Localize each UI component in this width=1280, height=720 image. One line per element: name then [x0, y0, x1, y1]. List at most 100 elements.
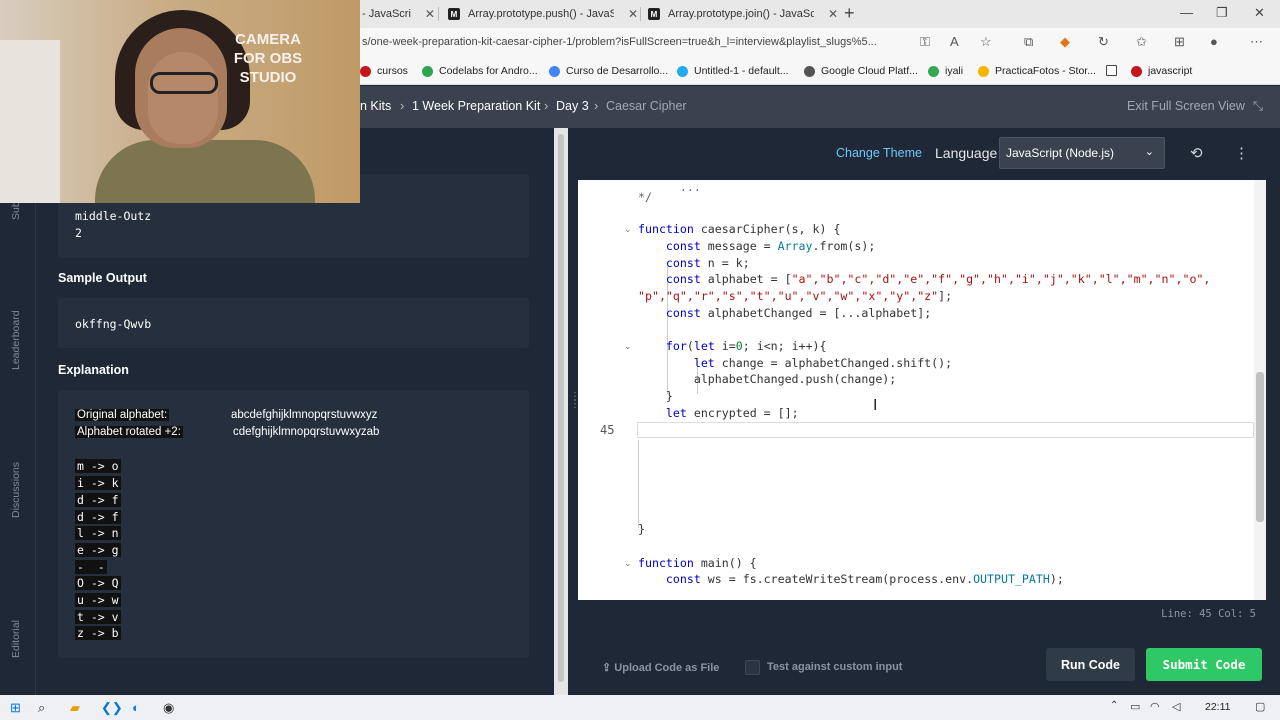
metamask-icon[interactable]: ◆ — [1060, 34, 1070, 50]
sample-input-line: middle-Outz — [75, 209, 152, 223]
notifications-icon[interactable]: ▢ — [1255, 700, 1265, 713]
bookmark-cursos[interactable]: cursos — [360, 65, 408, 77]
bookmark-curso[interactable]: Curso de Desarrollo... — [549, 65, 668, 77]
bookmark-javascript[interactable]: javascript — [1131, 65, 1192, 77]
problem-scrollbar[interactable] — [554, 128, 568, 695]
webcam-overlay: CAMERA FOR OBS STUDIO — [0, 0, 360, 203]
file-explorer-icon[interactable]: ▰ — [70, 700, 80, 716]
vscode-icon[interactable]: ❮❯ — [101, 700, 123, 716]
volume-icon[interactable]: ◁ — [1172, 700, 1180, 713]
rail-tab-editorial[interactable]: Editorial — [10, 620, 22, 658]
code-line: let encrypted = []; — [638, 406, 799, 420]
more-menu-icon[interactable]: ⋯ — [1250, 34, 1263, 50]
bookmark-doc[interactable] — [1106, 65, 1123, 76]
search-icon[interactable]: ⌕ — [38, 700, 45, 716]
profile-avatar-icon[interactable]: ● — [1210, 34, 1218, 49]
obs-studio-icon[interactable]: ◉ — [163, 700, 174, 716]
language-label: Language — [935, 145, 998, 161]
webcam-person — [148, 52, 218, 144]
exit-fullscreen-link[interactable]: Exit Full Screen View — [1127, 99, 1245, 113]
run-code-button[interactable]: Run Code — [1046, 648, 1135, 681]
code-line: const alphabetChanged = [...alphabet]; — [638, 306, 932, 320]
minimize-icon[interactable]: — — [1180, 5, 1193, 20]
original-alphabet-row: Original alphabet: abcdefghijklmnopqrstuv… — [75, 409, 378, 421]
tray-chevron-icon[interactable]: ⌃ — [1110, 700, 1118, 711]
bookmark-practicafotos[interactable]: PracticaFotos - Stor... — [978, 65, 1096, 77]
bookmark-codelabs[interactable]: Codelabs for Andro... — [422, 65, 538, 77]
extension-icon[interactable]: ⧉ — [1024, 34, 1033, 50]
mapping-row: O -> Q — [75, 576, 121, 590]
sample-output-value: okffng-Qwvb — [75, 317, 152, 331]
collections-icon[interactable]: ⊞ — [1174, 34, 1185, 50]
refresh-extension-icon[interactable]: ↻ — [1098, 34, 1109, 50]
editor-status-bar: Line: 45 Col: 5 — [578, 600, 1266, 630]
rail-tab-submissions[interactable]: Sub — [10, 201, 22, 220]
fold-chevron-icon[interactable]: ⌄ — [624, 224, 632, 235]
bookmark-iyali[interactable]: iyali — [928, 65, 963, 77]
fold-chevron-icon[interactable]: ⌄ — [624, 341, 632, 352]
chevron-down-icon: ⌄ — [1144, 146, 1154, 158]
favorite-star-icon[interactable]: ☆ — [980, 34, 992, 50]
read-aloud-icon[interactable]: A — [950, 34, 959, 49]
indent-guide — [638, 440, 639, 528]
kebab-menu-icon[interactable]: ⋮ — [1234, 144, 1249, 162]
new-tab-icon[interactable]: + — [844, 3, 855, 24]
key-icon[interactable]: ⚿ — [920, 34, 930, 50]
code-line: const alphabet = ["a","b","c","d","e","f… — [638, 272, 1211, 286]
breadcrumb-item-kits[interactable]: n Kits — [360, 99, 391, 113]
restore-icon[interactable]: ❐ — [1216, 5, 1228, 21]
scrollbar-thumb[interactable] — [558, 134, 564, 682]
problem-statement: middle-Outz 2 Sample Output okffng-Qwvb … — [36, 128, 553, 695]
close-tab-icon[interactable]: ✕ — [828, 7, 838, 21]
favorites-icon[interactable]: ✩ — [1136, 34, 1147, 50]
page-scrollbar[interactable] — [1266, 128, 1280, 695]
current-line-highlight — [637, 422, 1254, 438]
code-line: const ws = fs.createWriteStream(process.… — [638, 572, 1064, 586]
windows-start-icon[interactable]: ⊞ — [10, 700, 21, 716]
window-close-icon[interactable]: ✕ — [1254, 5, 1265, 21]
breadcrumb-item-week-kit[interactable]: 1 Week Preparation Kit — [412, 99, 540, 113]
current-line-number: 45 — [600, 423, 615, 437]
exit-fullscreen-icon[interactable]: ⤡ — [1253, 99, 1263, 114]
webcam-background — [0, 40, 60, 203]
breadcrumb-item-day[interactable]: Day 3 — [556, 99, 589, 113]
history-icon[interactable]: ⟲ — [1190, 144, 1203, 162]
taskbar-clock[interactable]: 22:11 — [1205, 701, 1231, 713]
close-tab-icon[interactable]: ✕ — [425, 7, 435, 21]
mapping-row: e -> g — [75, 543, 121, 557]
custom-input-label[interactable]: Test against custom input — [767, 661, 902, 673]
google-icon — [549, 65, 560, 77]
code-editor[interactable]: ... */ ⌄ function caesarCipher(s, k) { c… — [578, 180, 1254, 600]
upload-icon: ⇪ — [602, 662, 615, 674]
rotated-alphabet-row: Alphabet rotated +2: cdefghijklmnopqrstuv… — [75, 426, 380, 438]
fold-chevron-icon[interactable]: ⌄ — [624, 558, 632, 569]
url-field[interactable]: s/one-week-preparation-kit-caesar-cipher… — [362, 36, 877, 48]
mapping-row: d -> f — [75, 493, 121, 507]
rail-tab-discussions[interactable]: Discussions — [10, 462, 22, 518]
cursor-position: Line: 45 Col: 5 — [1161, 608, 1256, 620]
browser-tab-partial[interactable]: - JavaScri ✕ — [362, 3, 435, 25]
rail-tab-leaderboard[interactable]: Leaderboard — [10, 310, 22, 370]
code-line: "p","q","r","s","t","u","v","w","x","y",… — [638, 289, 953, 303]
sample-output-box: okffng-Qwvb — [58, 298, 529, 348]
scrollbar-thumb[interactable] — [1256, 372, 1264, 522]
bookmark-google-cloud[interactable]: Google Cloud Platf... — [804, 65, 918, 77]
change-theme-link[interactable]: Change Theme — [836, 146, 922, 160]
breadcrumb-separator: › — [544, 98, 549, 113]
battery-icon[interactable]: ▭ — [1130, 700, 1140, 713]
code-line: for(let i=0; i<n; i++){ — [638, 339, 827, 353]
sample-input-line: 2 — [75, 226, 82, 240]
bookmark-untitled[interactable]: Untitled-1 - default... — [677, 65, 789, 77]
code-line: */ — [638, 190, 652, 204]
editor-footer: ⇪ Upload Code as File Test against custo… — [568, 630, 1280, 695]
browser-tab-push[interactable]: M Array.prototype.push() - JavaScript ✕ — [448, 3, 638, 25]
editor-scrollbar[interactable] — [1254, 180, 1266, 600]
browser-tab-join[interactable]: M Array.prototype.join() - JavaScript ✕ — [648, 3, 838, 25]
upload-code-button[interactable]: ⇪ Upload Code as File — [602, 661, 719, 674]
custom-input-checkbox[interactable] — [745, 660, 760, 675]
language-select[interactable]: JavaScript (Node.js) ⌄ — [999, 137, 1165, 169]
edge-browser-icon[interactable]: ◐ — [132, 700, 140, 715]
submit-code-button[interactable]: Submit Code — [1146, 648, 1262, 681]
close-tab-icon[interactable]: ✕ — [628, 7, 638, 21]
wifi-icon[interactable]: ◠ — [1150, 700, 1160, 713]
